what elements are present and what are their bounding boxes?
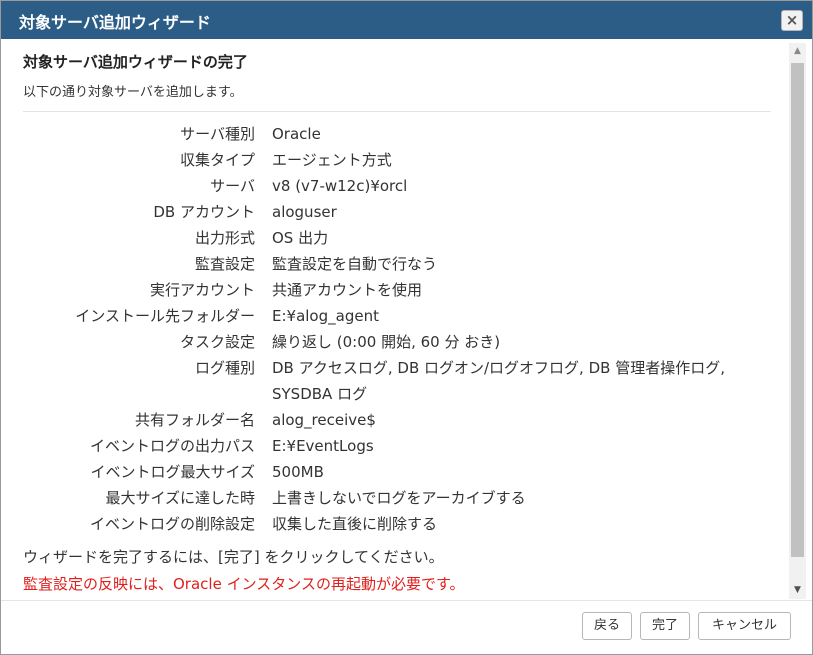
row-label: DB アカウント (153, 203, 255, 221)
summary-row-audit-setting: 監査設定 監査設定を自動で行なう (2, 251, 789, 277)
row-label: 収集タイプ (179, 151, 255, 169)
back-button[interactable]: 戻る (582, 612, 632, 640)
summary-row-install-folder: インストール先フォルダー E:¥alog_agent (2, 303, 789, 329)
summary-row-log-types: ログ種別 DB アクセスログ, DB ログオン/ログオフログ, DB 管理者操作… (2, 355, 789, 407)
finish-instruction: ウィザードを完了するには、[完了] をクリックしてください。 (23, 548, 444, 566)
row-value: 収集した直後に削除する (272, 515, 438, 533)
row-label: 共有フォルダー名 (134, 411, 255, 429)
row-value: エージェント方式 (272, 151, 392, 169)
divider (23, 111, 771, 112)
dialog-footer: 戻る 完了 キャンセル (1, 600, 812, 654)
row-value: 共通アカウントを使用 (272, 281, 423, 299)
row-value: 繰り返し (0:00 開始, 60 分 おき) (272, 333, 501, 351)
row-label: 監査設定 (194, 255, 255, 273)
scroll-down-arrow-icon[interactable]: ▼ (789, 582, 806, 599)
row-value: 上書きしないでログをアーカイブする (272, 489, 526, 507)
restart-warning: 監査設定の反映には、Oracle インスタンスの再起動が必要です。 (23, 575, 465, 593)
summary-row-eventlog-path: イベントログの出力パス E:¥EventLogs (2, 433, 789, 459)
dialog-content: 対象サーバ追加ウィザードの完了 以下の通り対象サーバを追加します。 サーバ種別 … (2, 40, 789, 600)
finish-button[interactable]: 完了 (640, 612, 690, 640)
row-value: 500MB (272, 463, 324, 481)
summary-row-on-max-size: 最大サイズに達した時 上書きしないでログをアーカイブする (2, 485, 789, 511)
summary-row-eventlog-max-size: イベントログ最大サイズ 500MB (2, 459, 789, 485)
row-value: DB アクセスログ, DB ログオン/ログオフログ, DB 管理者操作ログ, S… (272, 359, 725, 403)
row-value: OS 出力 (272, 229, 329, 247)
row-value: E:¥EventLogs (272, 437, 374, 455)
row-value: Oracle (272, 125, 321, 143)
row-label: 実行アカウント (149, 281, 255, 299)
cancel-button[interactable]: キャンセル (698, 612, 791, 640)
close-icon[interactable]: × (781, 10, 803, 31)
scrollbar-thumb[interactable] (791, 63, 804, 557)
row-value: alog_receive$ (272, 411, 376, 429)
summary-row-run-account: 実行アカウント 共通アカウントを使用 (2, 277, 789, 303)
summary-row-eventlog-delete: イベントログの削除設定 収集した直後に削除する (2, 511, 789, 537)
row-label: イベントログの出力パス (89, 437, 255, 455)
row-label: イベントログ最大サイズ (90, 463, 255, 481)
row-value: aloguser (272, 203, 337, 221)
intro-text: 以下の通り対象サーバを追加します。 (23, 85, 243, 100)
summary-row-collection-type: 収集タイプ エージェント方式 (2, 147, 789, 173)
row-label: サーバ種別 (180, 125, 255, 143)
row-value: 監査設定を自動で行なう (272, 255, 438, 273)
row-label: ログ種別 (194, 359, 255, 377)
row-label: インストール先フォルダー (75, 307, 255, 325)
summary-table: サーバ種別 Oracle 収集タイプ エージェント方式 サーバ v8 (v7-w… (2, 121, 789, 537)
dialog-titlebar[interactable]: 対象サーバ追加ウィザード × (1, 1, 812, 39)
summary-row-server-type: サーバ種別 Oracle (2, 121, 789, 147)
vertical-scrollbar[interactable]: ▲ ▼ (789, 43, 806, 599)
dialog-title: 対象サーバ追加ウィザード (19, 13, 211, 32)
summary-row-shared-folder: 共有フォルダー名 alog_receive$ (2, 407, 789, 433)
summary-row-output-format: 出力形式 OS 出力 (2, 225, 789, 251)
row-label: サーバ (210, 177, 255, 195)
summary-row-server: サーバ v8 (v7-w12c)¥orcl (2, 173, 789, 199)
row-label: 出力形式 (194, 229, 255, 247)
row-label: タスク設定 (179, 333, 255, 351)
row-label: 最大サイズに達した時 (105, 489, 255, 507)
row-value: E:¥alog_agent (272, 307, 379, 325)
summary-row-task-setting: タスク設定 繰り返し (0:00 開始, 60 分 おき) (2, 329, 789, 355)
scroll-up-arrow-icon[interactable]: ▲ (789, 43, 806, 60)
summary-row-db-account: DB アカウント aloguser (2, 199, 789, 225)
wizard-dialog: 対象サーバ追加ウィザード × 対象サーバ追加ウィザードの完了 以下の通り対象サー… (0, 0, 813, 655)
page-title: 対象サーバ追加ウィザードの完了 (23, 53, 248, 71)
row-label: イベントログの削除設定 (89, 515, 255, 533)
row-value: v8 (v7-w12c)¥orcl (272, 177, 408, 195)
